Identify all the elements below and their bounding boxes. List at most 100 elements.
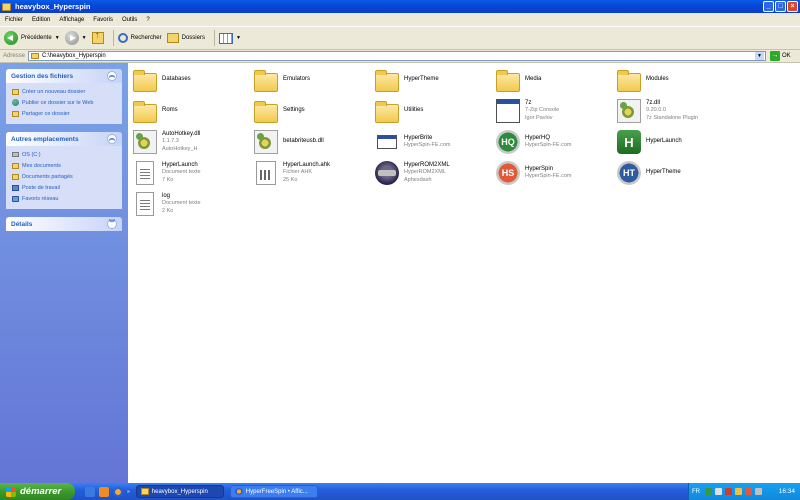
- file-item[interactable]: Media: [496, 65, 614, 95]
- search-icon: [117, 33, 128, 43]
- chevron-down-icon[interactable]: ▼: [755, 52, 765, 60]
- file-item[interactable]: HyperROM2XML HyperROM2XML Aphexdash: [375, 158, 493, 188]
- network-tray-icon[interactable]: [705, 488, 712, 495]
- file-item[interactable]: HyperBrite HyperSpin-FE.com: [375, 127, 493, 157]
- collapse-icon[interactable]: ︽: [107, 71, 117, 81]
- up-folder-button[interactable]: [91, 30, 104, 44]
- views-button[interactable]: ▼: [218, 32, 241, 44]
- place-network[interactable]: Favoris réseau: [12, 193, 116, 204]
- task-share-folder[interactable]: Partager ce dossier: [12, 108, 116, 119]
- go-button[interactable]: → OK: [770, 51, 791, 61]
- file-item[interactable]: H HyperLaunch: [617, 127, 735, 157]
- clock[interactable]: 16:34: [779, 488, 795, 495]
- place-my-documents[interactable]: Mes documents: [12, 160, 116, 171]
- details-panel: Détails ︾: [6, 217, 122, 231]
- file-name: HyperTheme: [404, 76, 439, 83]
- file-name: HyperHQ: [525, 134, 551, 141]
- browser-icon: [234, 488, 243, 495]
- task-label: HyperFreeSpin • Affic...: [245, 488, 308, 495]
- file-item[interactable]: log Document texte 2 Ko: [133, 189, 251, 219]
- vlc-icon[interactable]: [99, 486, 109, 497]
- file-item[interactable]: HyperLaunch Document texte 7 Ko: [133, 158, 251, 188]
- task-browser[interactable]: HyperFreeSpin • Affic...: [229, 485, 318, 498]
- menu-outils[interactable]: Outils: [122, 17, 137, 23]
- file-item[interactable]: HyperTheme: [375, 65, 493, 95]
- file-name: betabriteusb.dll: [283, 138, 324, 145]
- window-title: heavybox_Hyperspin: [15, 2, 91, 11]
- share-folder-icon: [12, 110, 19, 117]
- up-folder-icon: [91, 30, 104, 44]
- back-button[interactable]: Précédente ▼: [4, 31, 60, 45]
- details-header[interactable]: Détails ︾: [6, 217, 122, 231]
- chevron-right-icon[interactable]: »: [127, 489, 130, 495]
- folder-icon: [617, 69, 641, 92]
- hyperhq-icon: HQ: [496, 130, 520, 154]
- folder-icon: [31, 53, 40, 59]
- start-button[interactable]: démarrer: [0, 483, 75, 500]
- task-publish-web[interactable]: Publier ce dossier sur le Web: [12, 97, 116, 108]
- computer-icon: [12, 184, 19, 191]
- file-name: Utilities: [404, 107, 424, 114]
- menu-help[interactable]: ?: [146, 17, 149, 23]
- other-places-header[interactable]: Autres emplacements ︽: [6, 132, 122, 146]
- maximize-button[interactable]: □: [775, 1, 786, 12]
- file-item[interactable]: Emulators: [254, 65, 372, 95]
- file-item[interactable]: HT HyperTheme: [617, 158, 735, 188]
- file-desc: 7z Standalone Plugin: [646, 114, 698, 121]
- dll-icon: [254, 130, 278, 154]
- file-item[interactable]: 7z 7-Zip Console Igor Pavlov: [496, 96, 614, 126]
- file-item[interactable]: 7z.dll 9.20.0.0 7z Standalone Plugin: [617, 96, 735, 126]
- address-bar: Adresse C:\heavybox_Hyperspin ▼ → OK: [0, 50, 800, 63]
- close-button[interactable]: ×: [787, 1, 798, 12]
- file-item[interactable]: Settings: [254, 96, 372, 126]
- forward-button[interactable]: ▼: [64, 31, 87, 45]
- expand-icon[interactable]: ︾: [107, 219, 117, 229]
- collapse-icon[interactable]: ︽: [107, 134, 117, 144]
- task-new-folder[interactable]: Créer un nouveau dossier: [12, 86, 116, 97]
- file-item[interactable]: HQ HyperHQ HyperSpin-FE.com: [496, 127, 614, 157]
- file-tasks-header[interactable]: Gestion des fichiers ︽: [6, 69, 122, 83]
- tray-icon[interactable]: [735, 488, 742, 495]
- place-my-computer[interactable]: Poste de travail: [12, 182, 116, 193]
- place-label: Mes documents: [22, 162, 61, 169]
- folders-button[interactable]: Dossiers: [166, 33, 205, 43]
- file-item[interactable]: Roms: [133, 96, 251, 126]
- place-os-drive[interactable]: OS (C:): [12, 149, 116, 160]
- language-indicator[interactable]: FR: [692, 489, 700, 495]
- file-item[interactable]: HyperLaunch.ahk Fichier AHK 25 Ko: [254, 158, 372, 188]
- new-folder-icon: [12, 88, 19, 95]
- folders-icon: [166, 33, 179, 43]
- ahk-script-icon: [256, 161, 276, 185]
- folder-icon: [140, 488, 149, 495]
- task-explorer[interactable]: heavybox_Hyperspin: [135, 485, 224, 498]
- minimize-button[interactable]: _: [763, 1, 774, 12]
- menu-edition[interactable]: Edition: [32, 17, 50, 23]
- menu-fichier[interactable]: Fichier: [5, 17, 23, 23]
- search-button[interactable]: Rechercher: [117, 33, 162, 43]
- place-label: Poste de travail: [22, 184, 60, 191]
- place-shared-documents[interactable]: Documents partagés: [12, 171, 116, 182]
- firefox-icon[interactable]: [113, 486, 123, 497]
- tray-icon[interactable]: [745, 488, 752, 495]
- file-item[interactable]: HS HyperSpin HyperSpin-FE.com: [496, 158, 614, 188]
- address-field[interactable]: C:\heavybox_Hyperspin ▼: [28, 51, 767, 61]
- task-label: Partager ce dossier: [22, 110, 70, 117]
- tray-icon[interactable]: [715, 488, 722, 495]
- file-item[interactable]: AutoHotkey.dll 1.1.7.3 AutoHotkey_H: [133, 127, 251, 157]
- menu-affichage[interactable]: Affichage: [59, 17, 84, 23]
- file-item[interactable]: Modules: [617, 65, 735, 95]
- file-item[interactable]: Utilities: [375, 96, 493, 126]
- volume-icon[interactable]: [755, 488, 762, 495]
- file-item[interactable]: betabriteusb.dll: [254, 127, 372, 157]
- antivirus-tray-icon[interactable]: [725, 488, 732, 495]
- toolbar-separator: [112, 30, 114, 46]
- folder-icon: [375, 69, 399, 92]
- file-view: Databases Emulators HyperTheme Media Mod…: [128, 63, 800, 483]
- file-name: HyperLaunch: [162, 161, 198, 168]
- forward-arrow-icon: [64, 31, 79, 45]
- file-name: 7z: [525, 99, 532, 106]
- show-desktop-icon[interactable]: [85, 486, 95, 497]
- menu-favoris[interactable]: Favoris: [93, 17, 113, 23]
- file-name: HyperLaunch.ahk: [283, 161, 331, 168]
- file-item[interactable]: Databases: [133, 65, 251, 95]
